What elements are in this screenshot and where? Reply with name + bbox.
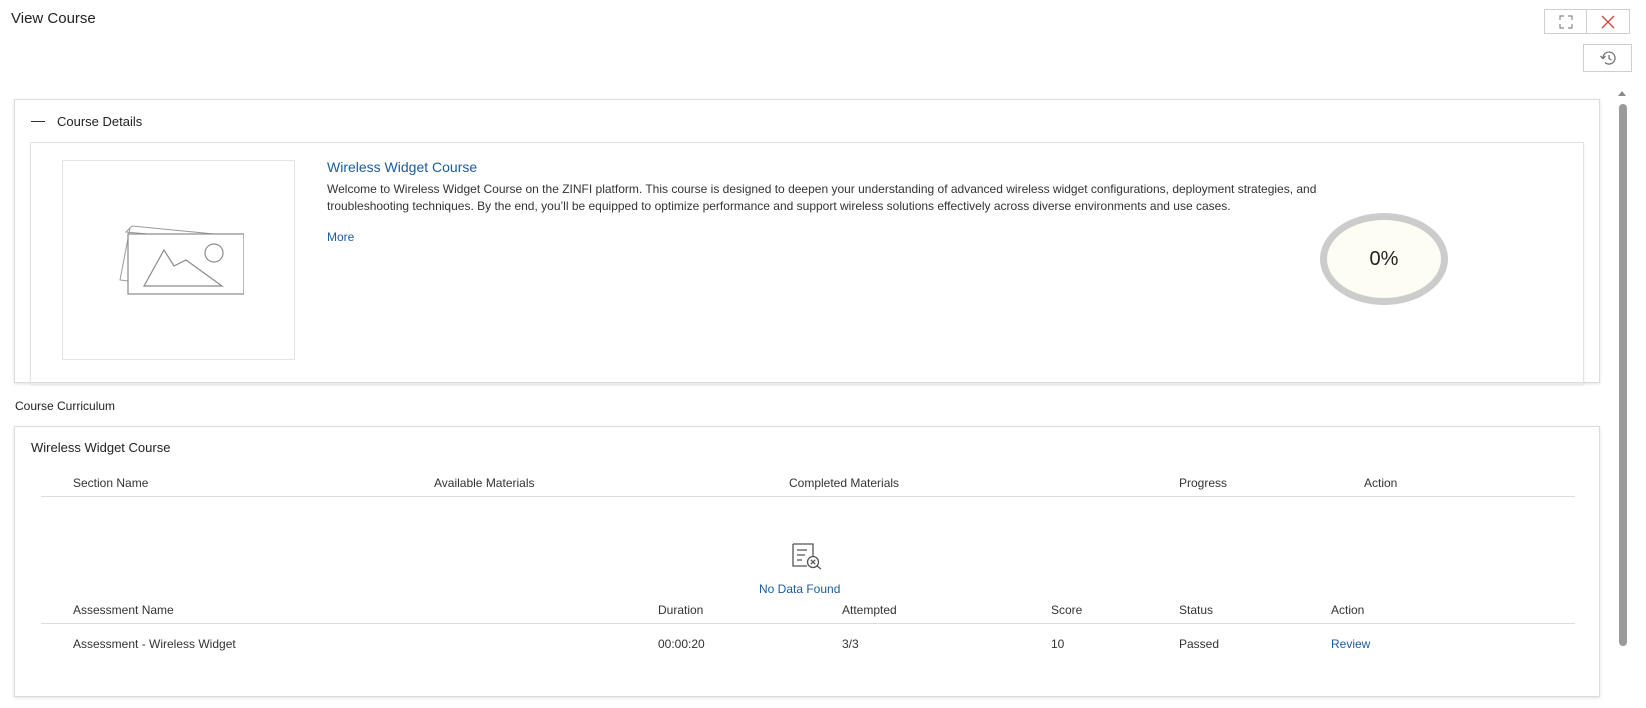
course-progress-ring: 0%: [1320, 213, 1448, 305]
table-row: Assessment - Wireless Widget 00:00:20 3/…: [41, 628, 1575, 658]
column-header: Score: [1051, 603, 1083, 617]
curriculum-course-title: Wireless Widget Course: [31, 440, 171, 455]
curriculum-panel: Wireless Widget Course Section Name Avai…: [14, 426, 1600, 697]
course-details-toggle[interactable]: Course Details: [31, 114, 142, 129]
history-button[interactable]: [1583, 44, 1632, 72]
course-description: Welcome to Wireless Widget Course on the…: [327, 182, 1317, 213]
fullscreen-button[interactable]: [1544, 9, 1587, 34]
image-placeholder-icon: [118, 225, 244, 295]
column-header: Progress: [1179, 476, 1228, 490]
course-name-link[interactable]: Wireless Widget Course: [327, 159, 477, 175]
course-details-title: Course Details: [57, 114, 143, 129]
column-header: Action: [1331, 603, 1365, 617]
assessment-attempted: 3/3: [842, 637, 859, 651]
more-link[interactable]: More: [327, 230, 354, 244]
page-title: View Course: [11, 10, 96, 27]
collapse-icon[interactable]: [31, 120, 45, 123]
curriculum-label: Course Curriculum: [15, 399, 116, 413]
assessment-duration: 00:00:20: [658, 637, 705, 651]
assessments-table-header: Assessment Name Duration Attempted Score…: [41, 594, 1575, 624]
column-header: Assessment Name: [73, 603, 174, 617]
column-header: Completed Materials: [789, 476, 900, 490]
sections-table-header: Section Name Available Materials Complet…: [41, 467, 1575, 497]
column-header: Section Name: [73, 476, 149, 490]
review-link[interactable]: Review: [1331, 637, 1370, 651]
close-button[interactable]: [1587, 9, 1630, 34]
column-header: Status: [1179, 603, 1214, 617]
course-details-panel: Course Details Wireless Widget Course We…: [14, 99, 1600, 384]
history-icon: [1599, 51, 1616, 65]
column-header: Action: [1364, 476, 1398, 490]
no-data-icon: [792, 543, 822, 570]
expand-icon: [1558, 14, 1573, 29]
scroll-thumb[interactable]: [1619, 104, 1627, 646]
column-header: Attempted: [842, 603, 897, 617]
vertical-scrollbar[interactable]: [1616, 90, 1630, 708]
assessment-name: Assessment - Wireless Widget: [73, 637, 236, 651]
scroll-up-arrow-icon[interactable]: [1618, 91, 1626, 96]
window-controls: [1544, 9, 1630, 34]
course-thumbnail: [62, 160, 295, 360]
assessment-score: 10: [1051, 637, 1065, 651]
column-header: Duration: [658, 603, 704, 617]
assessment-status: Passed: [1179, 637, 1220, 651]
close-icon: [1601, 15, 1615, 28]
column-header: Available Materials: [434, 476, 535, 490]
course-details-body: Wireless Widget Course Welcome to Wirele…: [30, 142, 1584, 384]
progress-percent: 0%: [1369, 247, 1399, 270]
